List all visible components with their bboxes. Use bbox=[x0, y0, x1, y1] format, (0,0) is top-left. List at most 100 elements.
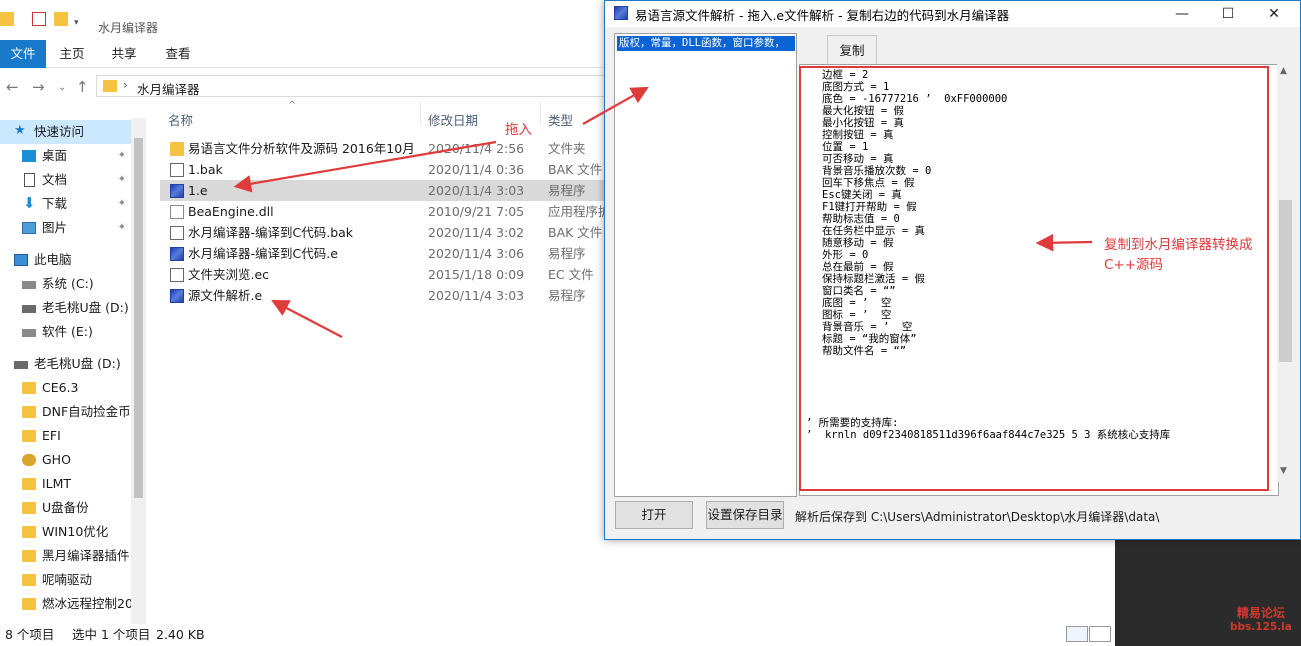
sidebar-item-usb-root[interactable]: 老毛桃U盘 (D:) bbox=[0, 352, 132, 376]
properties-icon[interactable] bbox=[32, 12, 46, 26]
app-icon bbox=[614, 6, 628, 20]
file-row[interactable]: BeaEngine.dll 2010/9/21 7:05 应用程序扩 bbox=[160, 201, 611, 222]
e-file-icon bbox=[170, 247, 184, 261]
details-view-icon[interactable] bbox=[1066, 626, 1088, 642]
file-row[interactable]: 文件夹浏览.ec 2015/1/18 0:09 EC 文件 bbox=[160, 264, 610, 285]
file-date: 2010/9/21 7:05 bbox=[428, 204, 525, 219]
scroll-down-icon[interactable]: ▼ bbox=[1280, 466, 1287, 476]
sidebar-item-folder[interactable]: 黑月编译器插件 bbox=[0, 544, 132, 568]
breadcrumb-chevron-icon: › bbox=[123, 78, 128, 92]
file-name: 源文件解析.e bbox=[188, 288, 263, 303]
column-name[interactable]: 名称 bbox=[168, 110, 193, 129]
sidebar-item-folder[interactable]: GHO bbox=[0, 448, 132, 472]
sidebar-item-folder[interactable]: CE6.3 bbox=[0, 376, 132, 400]
highlight-box bbox=[799, 66, 1269, 491]
sidebar-item-folder[interactable]: DNF自动捡金币 bbox=[0, 400, 132, 424]
sidebar-item-pictures[interactable]: 图片 ✦ bbox=[0, 216, 132, 240]
up-icon[interactable]: ↑ bbox=[76, 78, 89, 96]
file-row[interactable]: 1.bak 2020/11/4 0:36 BAK 文件 bbox=[160, 159, 610, 180]
sidebar-item-drive-e[interactable]: 软件 (E:) bbox=[0, 320, 132, 344]
recent-chevron-icon[interactable]: ⌄ bbox=[58, 82, 66, 93]
file-row-selected[interactable]: 1.e 2020/11/4 3:03 易程序 bbox=[160, 180, 610, 201]
pin-icon[interactable]: ✦ bbox=[118, 216, 126, 240]
sidebar-item-drive-c[interactable]: 系统 (C:) bbox=[0, 272, 132, 296]
file-row[interactable]: 源文件解析.e 2020/11/4 3:03 易程序 bbox=[160, 285, 610, 306]
file-type: EC 文件 bbox=[548, 267, 594, 282]
folder-icon bbox=[22, 430, 36, 442]
usb-drive-icon bbox=[22, 305, 36, 313]
sidebar-item-folder[interactable]: EFI bbox=[0, 424, 132, 448]
tab-view[interactable]: 查看 bbox=[158, 40, 198, 68]
sidebar-item-label: 呢喃驱动 bbox=[42, 572, 93, 587]
open-button[interactable]: 打开 bbox=[615, 501, 693, 529]
sidebar-item-label: WIN10优化 bbox=[42, 524, 109, 539]
sidebar-item-label: 文档 bbox=[42, 172, 68, 187]
sidebar-item-folder[interactable]: WIN10优化 bbox=[0, 520, 132, 544]
list-item[interactable]: 版权，常量，DLL函数，窗口参数， bbox=[617, 36, 795, 51]
selection-count: 选中 1 个项目 bbox=[72, 627, 151, 642]
large-icons-view-icon[interactable] bbox=[1089, 626, 1111, 642]
column-date[interactable]: 修改日期 bbox=[428, 110, 478, 129]
minimize-icon[interactable]: — bbox=[1159, 1, 1205, 27]
sidebar-item-label: 软件 (E:) bbox=[42, 324, 93, 339]
scroll-up-icon[interactable]: ▲ bbox=[1280, 66, 1287, 76]
code-scrollbar[interactable]: ▲ ▼ bbox=[1277, 64, 1294, 482]
chevron-down-icon[interactable]: ▾ bbox=[74, 18, 88, 32]
sidebar-item-quick-access[interactable]: ★ 快速访问 bbox=[0, 120, 132, 144]
new-folder-icon[interactable] bbox=[54, 12, 68, 26]
sidebar-scrollbar[interactable] bbox=[131, 118, 146, 626]
folder-icon bbox=[22, 478, 36, 490]
download-icon: ⬇ bbox=[23, 194, 36, 212]
sidebar-item-folder[interactable]: 燃冰远程控制20 bbox=[0, 592, 132, 616]
file-row[interactable]: 水月编译器-编译到C代码.bak 2020/11/4 3:02 BAK 文件 bbox=[160, 222, 610, 243]
section-list[interactable]: 版权，常量，DLL函数，窗口参数， bbox=[614, 33, 797, 497]
tab-share[interactable]: 共享 bbox=[104, 40, 144, 68]
file-row[interactable]: 易语言文件分析软件及源码 2016年10月 2020/11/4 2:56 文件夹 bbox=[160, 138, 610, 159]
file-name: 1.bak bbox=[188, 162, 223, 177]
file-name: 水月编译器-编译到C代码.bak bbox=[188, 225, 354, 240]
address-bar[interactable]: › 水月编译器 bbox=[96, 75, 606, 97]
sidebar-item-label: 系统 (C:) bbox=[42, 276, 94, 291]
folder-icon bbox=[22, 406, 36, 418]
pin-icon[interactable]: ✦ bbox=[118, 144, 126, 168]
close-icon[interactable]: ✕ bbox=[1251, 1, 1297, 27]
dll-icon bbox=[170, 205, 184, 219]
sidebar-item-label: CE6.3 bbox=[42, 380, 79, 395]
file-date: 2020/11/4 2:56 bbox=[428, 141, 525, 156]
tab-file[interactable]: 文件 bbox=[0, 40, 46, 68]
file-name: 1.e bbox=[188, 183, 208, 198]
sidebar-item-label: 桌面 bbox=[42, 148, 68, 163]
back-icon[interactable]: ← bbox=[6, 78, 19, 96]
sidebar-item-downloads[interactable]: ⬇ 下载 ✦ bbox=[0, 192, 132, 216]
file-name: 文件夹浏览.ec bbox=[188, 267, 270, 282]
sidebar-item-folder[interactable]: 呢喃驱动 bbox=[0, 568, 132, 592]
copy-button[interactable]: 复制 bbox=[827, 35, 877, 65]
pin-icon[interactable]: ✦ bbox=[118, 192, 126, 216]
sidebar-item-folder[interactable]: ILMT bbox=[0, 472, 132, 496]
file-date: 2020/11/4 3:02 bbox=[428, 225, 525, 240]
folder-icon bbox=[103, 80, 117, 92]
sidebar-item-desktop[interactable]: 桌面 ✦ bbox=[0, 144, 132, 168]
scrollbar-thumb[interactable] bbox=[1279, 200, 1292, 362]
pin-icon[interactable]: ✦ bbox=[118, 168, 126, 192]
tab-home[interactable]: 主页 bbox=[52, 40, 92, 68]
file-row[interactable]: 水月编译器-编译到C代码.e 2020/11/4 3:06 易程序 bbox=[160, 243, 610, 264]
sidebar-item-folder[interactable]: U盘备份 bbox=[0, 496, 132, 520]
column-type[interactable]: 类型 bbox=[548, 110, 573, 129]
sidebar-item-drive-d[interactable]: 老毛桃U盘 (D:) bbox=[0, 296, 132, 320]
folder-icon bbox=[0, 12, 14, 26]
annotation-drag-in: 拖入 bbox=[505, 122, 532, 138]
maximize-icon[interactable]: ☐ bbox=[1205, 1, 1251, 27]
sidebar-item-this-pc[interactable]: 此电脑 bbox=[0, 248, 132, 272]
file-type: 应用程序扩 bbox=[548, 204, 611, 219]
set-save-dir-button[interactable]: 设置保存目录 bbox=[706, 501, 784, 529]
file-name: 易语言文件分析软件及源码 2016年10月 bbox=[188, 141, 415, 156]
forward-icon[interactable]: → bbox=[32, 78, 45, 96]
folder-icon bbox=[22, 598, 36, 610]
annotation-copy-hint-2: C++源码 bbox=[1104, 257, 1164, 273]
column-divider[interactable] bbox=[420, 102, 421, 124]
sidebar-item-documents[interactable]: 文档 ✦ bbox=[0, 168, 132, 192]
column-divider[interactable] bbox=[540, 102, 541, 124]
scrollbar-thumb[interactable] bbox=[134, 138, 143, 498]
sidebar-item-label: U盘备份 bbox=[42, 500, 89, 515]
